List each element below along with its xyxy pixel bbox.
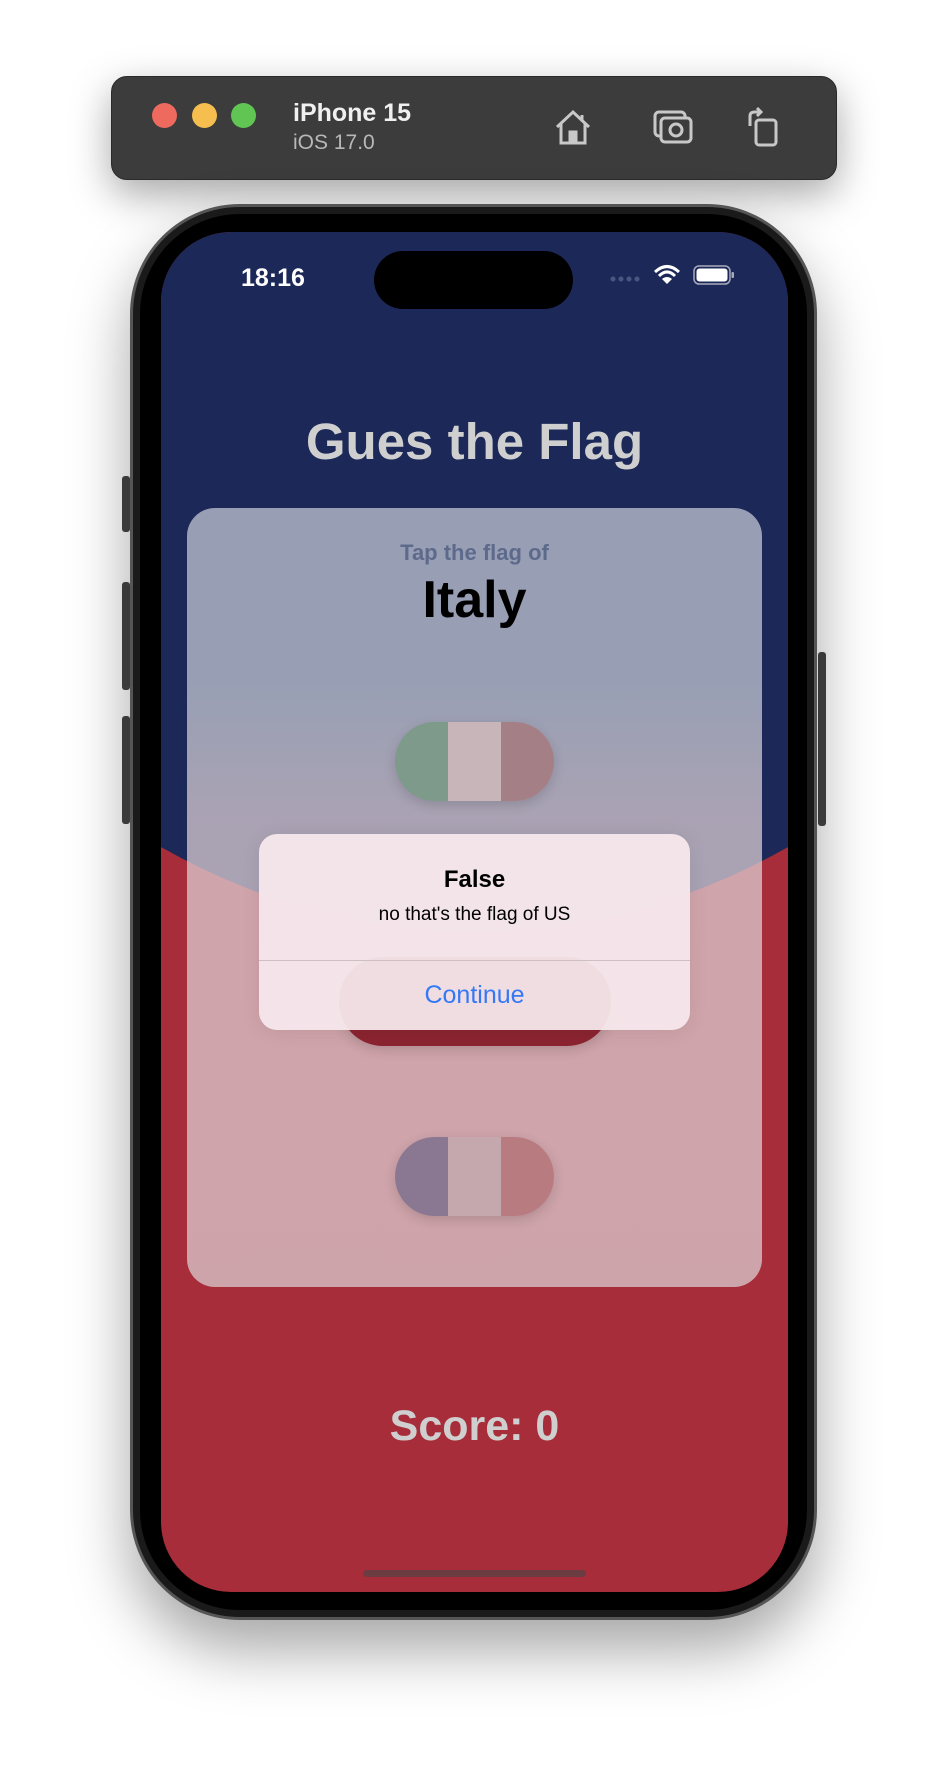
device-name: iPhone 15: [293, 99, 412, 127]
flag-button-1[interactable]: [395, 722, 554, 801]
prompt-label: Tap the flag of: [400, 540, 549, 565]
volume-down-button[interactable]: [122, 716, 130, 824]
volume-up-button[interactable]: [122, 582, 130, 690]
app-title: Gues the Flag: [305, 413, 644, 470]
flag-button-3[interactable]: [395, 1137, 554, 1216]
app-screen: 18:16 Gues the Flag Tap the flag of Ital…: [161, 232, 788, 1592]
zoom-window-button[interactable]: [231, 103, 256, 128]
alert-title: False: [443, 866, 506, 893]
cellular-dots-icon: [610, 276, 640, 282]
dynamic-island: [374, 251, 573, 309]
screenshot-camera-icon[interactable]: [652, 106, 694, 148]
minimize-window-button[interactable]: [192, 103, 217, 128]
wifi-icon: [654, 265, 680, 284]
continue-button[interactable]: Continue: [259, 961, 690, 1030]
battery-icon: [693, 265, 734, 285]
home-icon[interactable]: [552, 106, 594, 148]
power-button[interactable]: [818, 652, 826, 826]
country-name: Italy: [422, 571, 527, 629]
flag-stripe: [448, 722, 501, 801]
alert-dialog: False no that's the flag of US Continue: [259, 834, 690, 1030]
rotate-icon[interactable]: [742, 106, 784, 148]
flag-stripe: [448, 1137, 501, 1216]
score-label: Score: 0: [389, 1402, 560, 1450]
simulator-toolbar: [111, 76, 837, 180]
action-button[interactable]: [122, 476, 130, 532]
os-version: iOS 17.0: [293, 131, 375, 154]
alert-message: no that's the flag of US: [378, 904, 571, 925]
close-window-button[interactable]: [152, 103, 177, 128]
home-indicator[interactable]: [363, 1570, 586, 1577]
status-time: 18:16: [241, 264, 305, 292]
